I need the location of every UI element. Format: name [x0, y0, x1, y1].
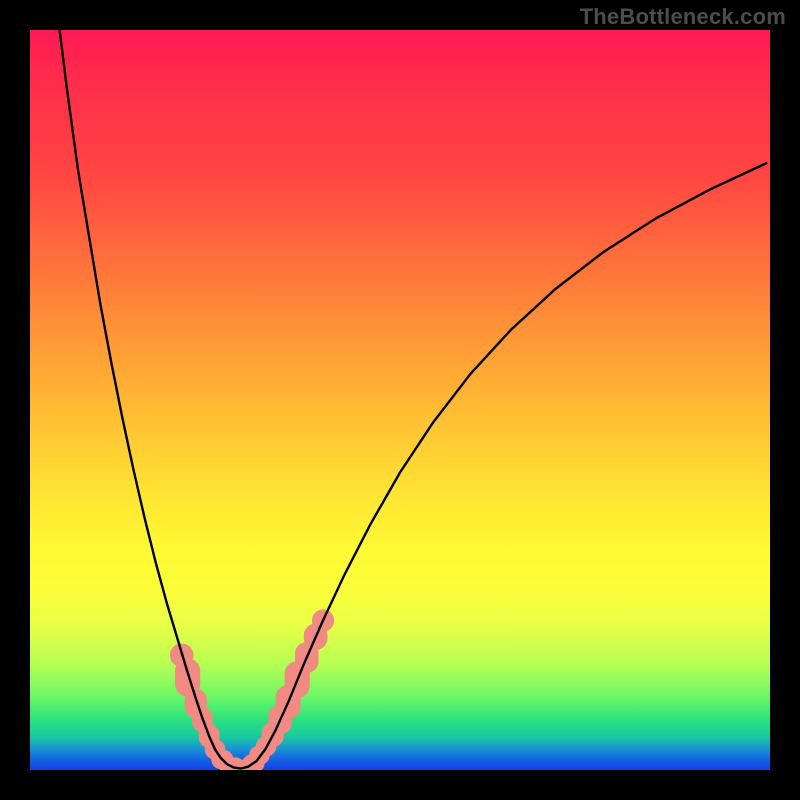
watermark-text: TheBottleneck.com — [580, 4, 786, 30]
plot-area — [30, 30, 770, 770]
chart-frame: TheBottleneck.com — [0, 0, 800, 800]
bottleneck-curve — [60, 30, 767, 769]
curve-layer — [30, 30, 770, 770]
marker-layer — [170, 609, 334, 770]
